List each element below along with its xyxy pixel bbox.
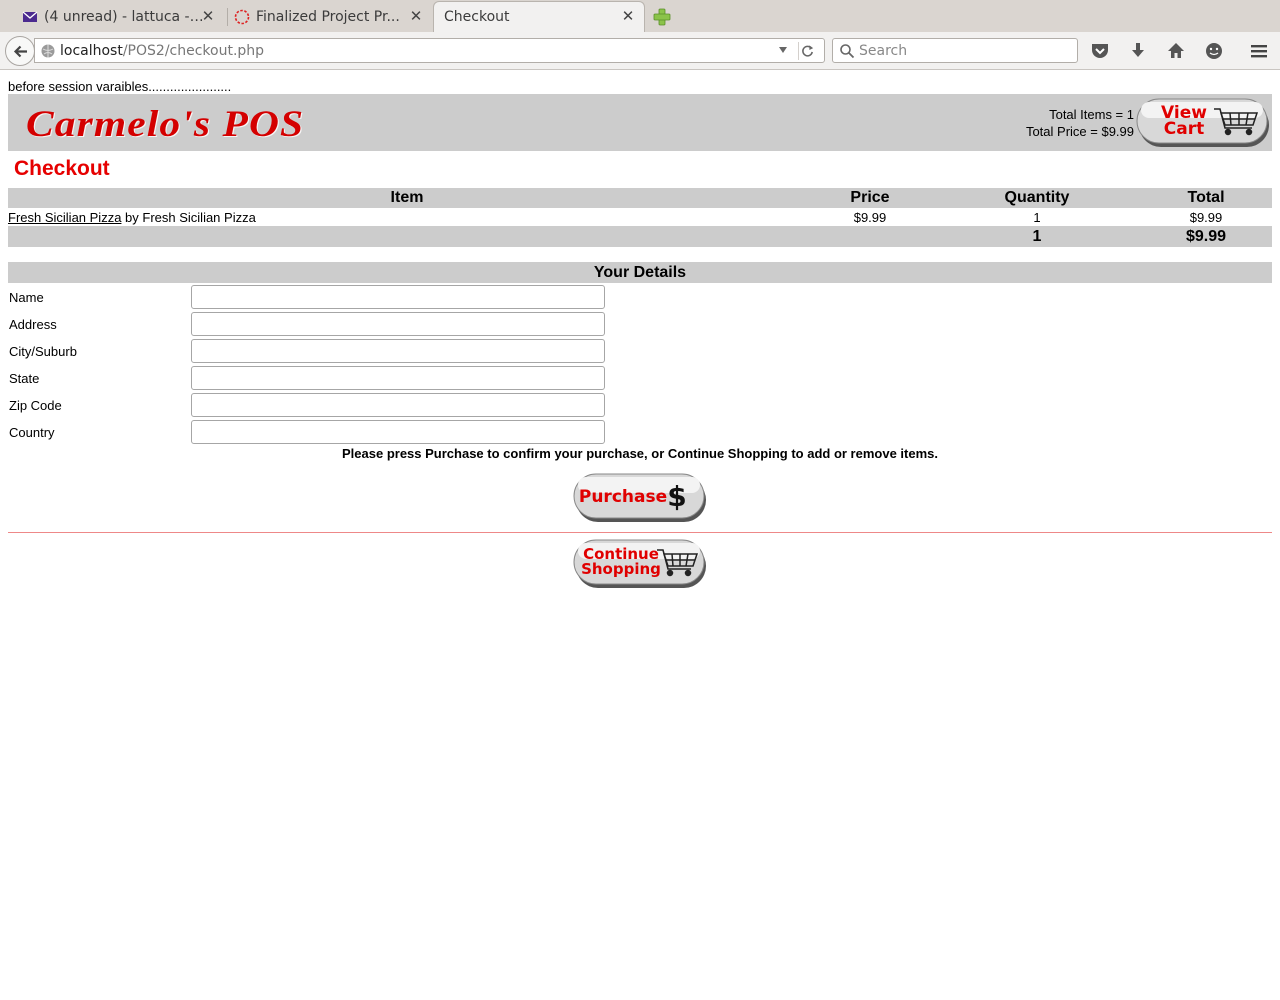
zip-field[interactable]	[191, 393, 605, 417]
column-header-item: Item	[8, 188, 806, 208]
item-link[interactable]: Fresh Sicilian Pizza	[8, 210, 121, 225]
cart-summary: Total Items = 1 Total Price = $9.99	[1026, 106, 1134, 140]
continue-label: Shopping	[581, 560, 661, 578]
back-arrow-icon	[13, 45, 27, 58]
field-label: State	[9, 371, 40, 386]
column-header-quantity: Quantity	[934, 188, 1140, 208]
menu-icon[interactable]	[1249, 41, 1269, 61]
back-button[interactable]	[5, 36, 35, 66]
debug-text: before session varaibles................…	[8, 79, 232, 94]
grand-total: $9.99	[1140, 226, 1272, 247]
close-icon[interactable]: ✕	[200, 8, 216, 24]
total-quantity: 1	[934, 226, 1140, 247]
details-heading: Your Details	[8, 262, 1272, 283]
table-row: Fresh Sicilian Pizza by Fresh Sicilian P…	[8, 208, 1272, 226]
tab-checkout[interactable]: Checkout ✕	[433, 1, 645, 32]
form-row-name: Name	[9, 285, 609, 309]
field-label: Country	[9, 425, 55, 440]
field-label: City/Suburb	[9, 344, 77, 359]
tab-title: Checkout	[444, 9, 510, 25]
purchase-button[interactable]: Purchase $	[573, 473, 707, 523]
site-header: Carmelo's POS Total Items = 1 Total Pric…	[8, 94, 1272, 151]
cart-table: Item Price Quantity Total Fresh Sicilian…	[8, 188, 1272, 247]
column-header-price: Price	[806, 188, 934, 208]
total-price: Total Price = $9.99	[1025, 124, 1134, 139]
tab-title: Finalized Project Pr...	[256, 9, 400, 25]
form-row-state: State	[9, 366, 609, 390]
tab-bar: (4 unread) - lattuca - ... ✕ Finalized P…	[0, 0, 1280, 32]
home-icon[interactable]	[1166, 41, 1186, 61]
hello-icon[interactable]	[1204, 41, 1224, 61]
purchase-instruction: Please press Purchase to confirm your pu…	[342, 446, 938, 461]
page-content: before session varaibles................…	[0, 71, 1280, 1000]
field-label: Name	[9, 290, 44, 305]
close-icon[interactable]: ✕	[620, 8, 636, 24]
field-label: Address	[9, 317, 57, 332]
totals-blank	[806, 226, 934, 247]
item-cell: Fresh Sicilian Pizza by Fresh Sicilian P…	[8, 208, 806, 226]
address-field[interactable]	[191, 312, 605, 336]
tab-title: (4 unread) - lattuca - ...	[44, 9, 204, 25]
purchase-label: Purchase	[579, 487, 667, 507]
download-icon[interactable]	[1128, 41, 1148, 61]
continue-shopping-button[interactable]: Continue Shopping	[573, 539, 707, 589]
table-header-row: Item Price Quantity Total	[8, 188, 1272, 208]
divider	[8, 532, 1272, 533]
nav-bar: localhost/POS2/checkout.php	[0, 32, 1280, 70]
tab-mail[interactable]: (4 unread) - lattuca - ... ✕	[22, 2, 224, 32]
view-cart-label: Cart	[1164, 119, 1204, 139]
item-author: by Fresh Sicilian Pizza	[121, 209, 256, 225]
totals-row: 1 $9.99	[8, 226, 1272, 247]
mail-icon	[22, 11, 38, 22]
url-path: /POS2/checkout.php	[122, 42, 265, 59]
reload-icon[interactable]	[798, 42, 816, 60]
country-field[interactable]	[191, 420, 605, 444]
total-items: Total Items = 1	[1049, 107, 1134, 122]
form-row-address: Address	[9, 312, 609, 336]
form-row-country: Country	[9, 420, 609, 444]
site-logo[interactable]: Carmelo's POS	[26, 103, 304, 146]
total-cell: $9.99	[1189, 209, 1223, 225]
price-cell: $9.99	[853, 209, 887, 225]
field-label: Zip Code	[9, 398, 62, 413]
loading-icon	[234, 9, 250, 25]
pocket-icon[interactable]	[1090, 41, 1110, 61]
search-input[interactable]	[859, 42, 1069, 59]
state-field[interactable]	[191, 366, 605, 390]
search-icon	[840, 43, 855, 58]
quantity-cell: 1	[1033, 209, 1041, 225]
totals-blank	[8, 226, 806, 247]
new-tab-icon[interactable]	[652, 7, 672, 27]
page-title: Checkout	[14, 157, 110, 180]
close-icon[interactable]: ✕	[408, 8, 424, 24]
globe-icon	[41, 44, 55, 57]
url-bar[interactable]: localhost/POS2/checkout.php	[34, 38, 825, 63]
view-cart-button[interactable]: View Cart	[1136, 98, 1270, 148]
chevron-down-icon[interactable]	[778, 46, 788, 54]
name-field[interactable]	[191, 285, 605, 309]
url-text: localhost/POS2/checkout.php	[60, 43, 264, 59]
tab-project[interactable]: Finalized Project Pr... ✕	[234, 2, 432, 32]
search-bar[interactable]	[832, 38, 1078, 63]
tab-separator	[227, 8, 228, 26]
form-row-zip: Zip Code	[9, 393, 609, 417]
url-host: localhost	[60, 42, 123, 59]
column-header-total: Total	[1140, 188, 1272, 208]
dollar-icon: $	[667, 480, 686, 513]
form-row-city: City/Suburb	[9, 339, 609, 363]
city-field[interactable]	[191, 339, 605, 363]
